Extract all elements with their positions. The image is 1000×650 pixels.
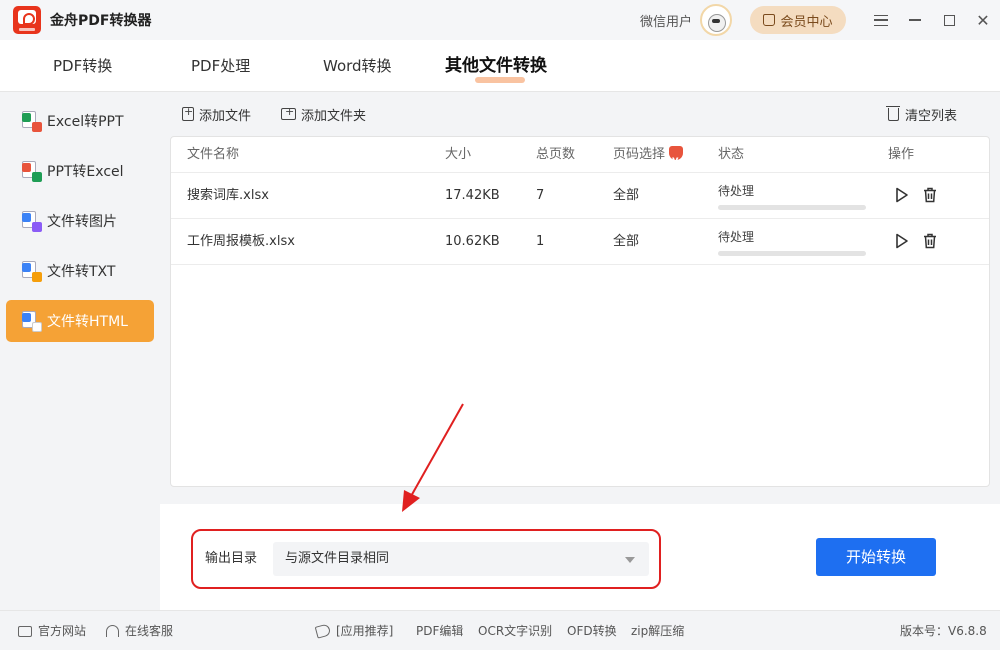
file-name: 搜索词库.xlsx [187, 188, 269, 203]
page-select[interactable]: 全部 [613, 173, 639, 219]
link-pdf-edit[interactable]: PDF编辑 [416, 611, 463, 650]
version-label: 版本号：V6.8.8 [900, 624, 987, 638]
menu-button[interactable] [864, 0, 898, 40]
thumbs-up-icon [763, 14, 776, 26]
page-select[interactable]: 全部 [613, 219, 639, 265]
sidebar-item-ppt-to-excel[interactable]: PPT转Excel [6, 150, 154, 192]
sidebar-item-file-to-html[interactable]: 文件转HTML [6, 300, 154, 342]
recommend-link[interactable]: [应用推荐] [314, 611, 393, 650]
status-text: 待处理 [718, 184, 755, 198]
maximize-button[interactable] [932, 0, 966, 40]
output-panel: 输出目录 与源文件目录相同 开始转换 [160, 504, 1000, 610]
header-status: 状态 [718, 147, 745, 162]
start-row-button[interactable] [893, 233, 911, 251]
header-pages: 总页数 [536, 147, 576, 162]
vip-crown-icon [669, 143, 684, 179]
header-actions: 操作 [888, 147, 915, 162]
minimize-button[interactable] [898, 0, 932, 40]
headset-icon [106, 625, 119, 637]
link-zip[interactable]: zip解压缩 [631, 611, 684, 650]
vip-center-label: 会员中心 [780, 14, 833, 30]
file-size: 17.42KB [445, 188, 500, 203]
link-ocr[interactable]: OCR文字识别 [478, 611, 552, 650]
username-label[interactable]: 微信用户 [640, 11, 692, 30]
sidebar-item-file-to-txt[interactable]: 文件转TXT [6, 250, 154, 292]
file-table: 文件名称 大小 总页数 页码选择 状态 操作 搜索词库.xlsx 17.42KB… [170, 136, 990, 487]
maximize-icon [943, 14, 955, 26]
add-folder-icon [281, 105, 296, 120]
output-dir-label: 输出目录 [205, 551, 258, 566]
tab-pdf-process[interactable]: PDF处理 [191, 40, 250, 92]
add-file-button[interactable]: 添加文件 [182, 98, 251, 130]
file-image-icon [22, 211, 42, 232]
sidebar: Excel转PPT PPT转Excel 文件转图片 文件转TXT 文件转HTML [0, 92, 160, 610]
header-name: 文件名称 [187, 147, 240, 162]
status-cell: 待处理 [718, 183, 866, 210]
app-title: 金舟PDF转换器 [50, 13, 152, 29]
monitor-icon [18, 625, 32, 637]
ppt-file-icon [22, 161, 42, 182]
trash-icon [924, 233, 936, 249]
add-file-icon [182, 105, 194, 121]
link-ofd[interactable]: OFD转换 [567, 611, 617, 650]
status-bar: 官方网站 在线客服 [应用推荐] PDF编辑 OCR文字识别 OFD转换 zip… [0, 610, 1000, 650]
hamburger-icon [874, 14, 888, 26]
file-txt-icon [22, 261, 42, 282]
sidebar-item-excel-to-ppt[interactable]: Excel转PPT [6, 100, 154, 142]
avatar[interactable] [700, 4, 732, 36]
tab-word-convert[interactable]: Word转换 [323, 40, 392, 92]
close-button[interactable]: ✕ [966, 0, 1000, 40]
main-tabs: PDF转换 PDF处理 Word转换 其他文件转换 [0, 40, 1000, 92]
status-text: 待处理 [718, 230, 755, 244]
minimize-icon [909, 19, 921, 21]
tab-pdf-convert[interactable]: PDF转换 [53, 40, 112, 92]
table-header: 文件名称 大小 总页数 页码选择 状态 操作 [171, 137, 989, 179]
file-pages: 1 [536, 234, 545, 249]
status-cell: 待处理 [718, 229, 866, 256]
megaphone-icon [314, 623, 332, 639]
output-dir-select[interactable]: 与源文件目录相同 [273, 542, 649, 576]
trash-icon [924, 187, 936, 203]
file-name: 工作周报模板.xlsx [187, 234, 295, 249]
header-page-select: 页码选择 [613, 137, 684, 179]
add-folder-button[interactable]: 添加文件夹 [281, 98, 366, 130]
header-size: 大小 [445, 147, 472, 162]
file-size: 10.62KB [445, 234, 500, 249]
vip-center-button[interactable]: 会员中心 [750, 6, 846, 34]
title-bar: 金舟PDF转换器 微信用户 会员中心 ✕ [0, 0, 1000, 40]
online-service-link[interactable]: 在线客服 [106, 611, 173, 650]
file-html-icon [22, 311, 42, 332]
close-icon: ✕ [976, 10, 990, 30]
start-row-button[interactable] [893, 187, 911, 205]
sidebar-item-file-to-image[interactable]: 文件转图片 [6, 200, 154, 242]
trash-icon [886, 105, 900, 121]
clear-list-button[interactable]: 清空列表 [886, 98, 957, 130]
start-convert-button[interactable]: 开始转换 [816, 538, 936, 576]
chevron-down-icon [625, 557, 635, 563]
app-logo-icon [13, 6, 41, 34]
progress-bar [718, 205, 866, 210]
output-highlight-box: 输出目录 与源文件目录相同 [191, 529, 661, 589]
file-toolbar: 添加文件 添加文件夹 清空列表 [170, 98, 990, 130]
delete-row-button[interactable] [921, 187, 939, 205]
progress-bar [718, 251, 866, 256]
play-icon [896, 233, 908, 249]
play-icon [896, 187, 908, 203]
tab-other-convert[interactable]: 其他文件转换 [445, 40, 547, 92]
table-row: 搜索词库.xlsx 17.42KB 7 全部 待处理 [171, 173, 989, 219]
delete-row-button[interactable] [921, 233, 939, 251]
table-row: 工作周报模板.xlsx 10.62KB 1 全部 待处理 [171, 219, 989, 265]
official-site-link[interactable]: 官方网站 [18, 611, 86, 650]
excel-file-icon [22, 111, 42, 132]
file-pages: 7 [536, 188, 545, 203]
